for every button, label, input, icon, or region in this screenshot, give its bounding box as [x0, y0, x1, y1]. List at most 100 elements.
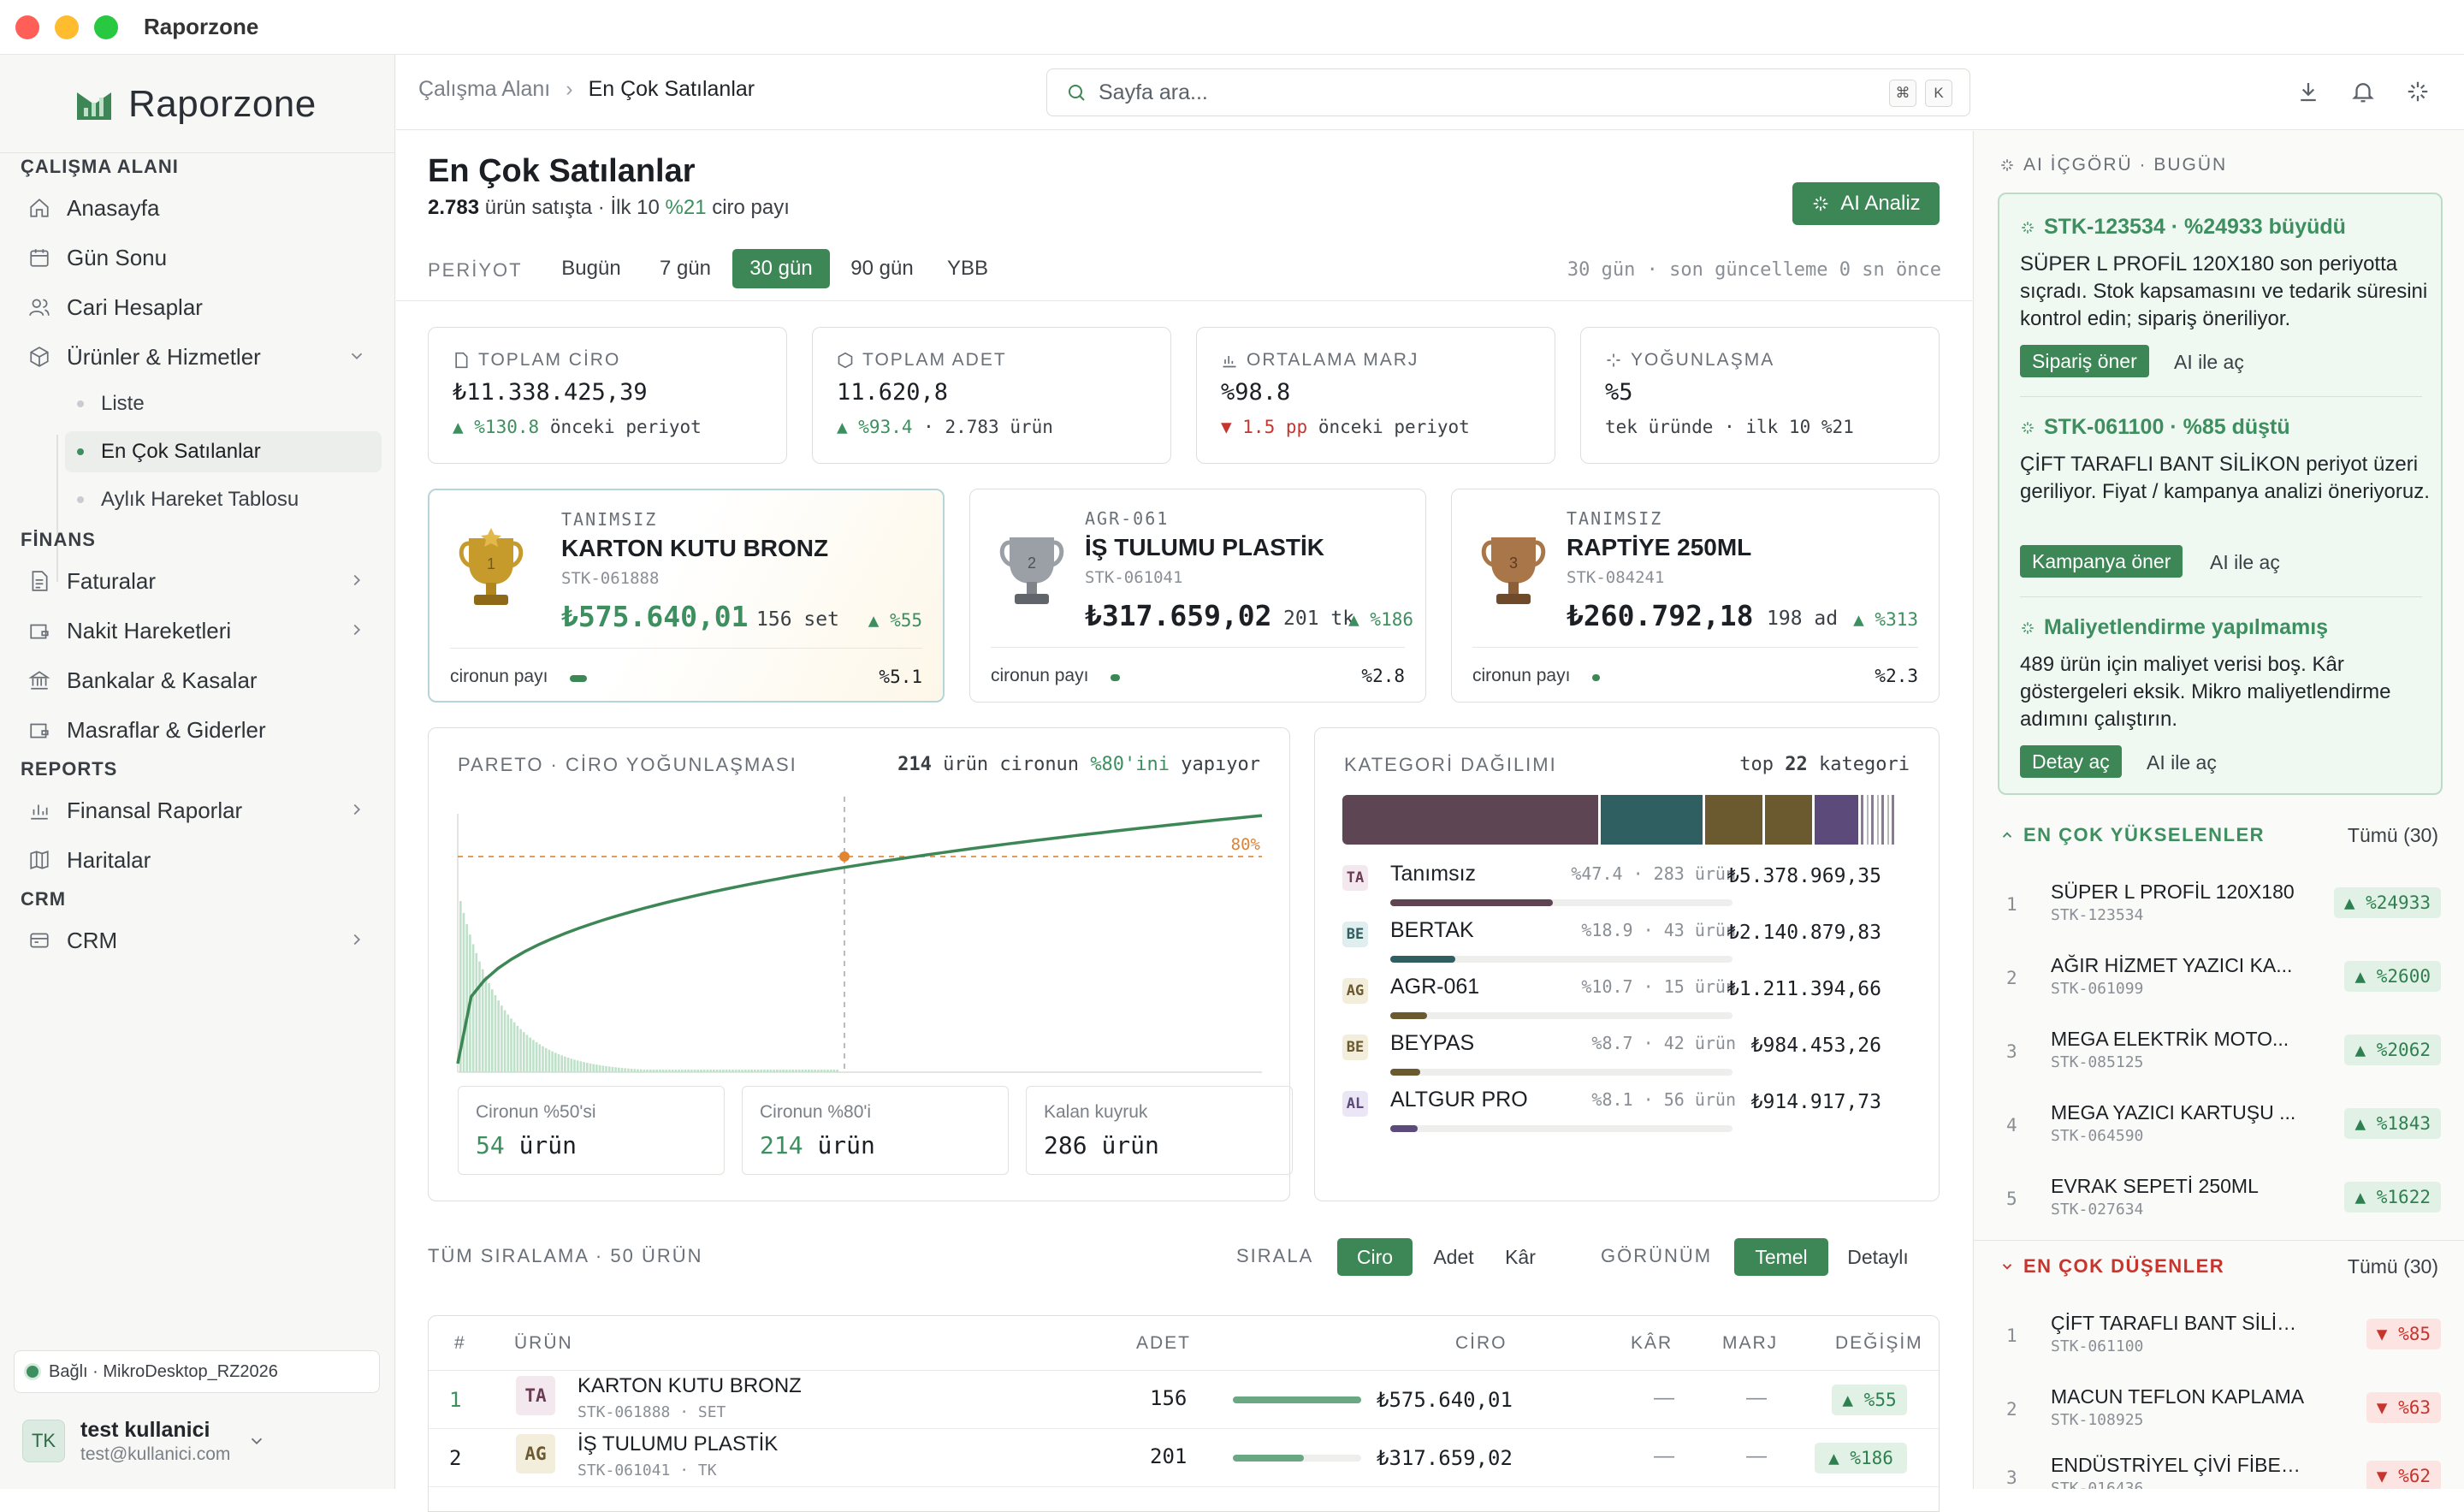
table-row[interactable]: 2 AG İŞ TULUMU PLASTİK STK-061041 · TK 2… — [429, 1429, 1939, 1487]
period-tab-30d[interactable]: 30 gün — [732, 249, 830, 288]
list-item[interactable]: 3 ENDÜSTRİYEL ÇİVİ FİBERG... STK-016436 … — [1999, 1449, 2441, 1489]
category-row[interactable]: BE BEYPAS %8.7 · 42 ürün ₺984.453,26 — [1342, 1031, 1881, 1088]
risers-title[interactable]: EN ÇOK YÜKSELENLER — [1999, 824, 2265, 846]
kpi-value: ₺11.338.425,39 — [453, 379, 648, 406]
breadcrumb-parent[interactable]: Çalışma Alanı — [418, 77, 550, 102]
order-suggest-button[interactable]: Sipariş öner — [2020, 345, 2149, 377]
col-revenue[interactable]: CİRO — [1455, 1333, 1507, 1354]
sidebar-subitem-monthly[interactable]: Aylık Hareket Tablosu — [65, 479, 382, 520]
chevron-right-icon — [353, 624, 361, 636]
table-row[interactable]: 1 TA KARTON KUTU BRONZ STK-061888 · SET … — [429, 1371, 1939, 1429]
open-with-ai-link[interactable]: AI ile aç — [2210, 551, 2280, 574]
sidebar-subitem-list[interactable]: Liste — [65, 383, 382, 424]
sort-tab-profit[interactable]: Kâr — [1495, 1238, 1546, 1276]
list-item[interactable]: 3 MEGA ELEKTRİK MOTO... STK-085125 ▲ %20… — [1999, 1023, 2441, 1096]
brand[interactable]: Raporzone — [75, 79, 317, 130]
fallers-title[interactable]: EN ÇOK DÜŞENLER — [1999, 1255, 2224, 1278]
category-row[interactable]: BE BERTAK %18.9 · 43 ürün ₺2.140.879,83 — [1342, 918, 1881, 975]
sidebar-item-invoices[interactable]: Faturalar — [21, 560, 380, 602]
sidebar-item-day-end[interactable]: Gün Sonu — [21, 236, 380, 279]
podium-category: TANIMSIZ — [1567, 508, 1663, 529]
period-tab-7d[interactable]: 7 gün — [651, 249, 720, 288]
pareto-title: PARETO · CİRO YOĞUNLAŞMASI — [458, 754, 797, 775]
open-with-ai-link[interactable]: AI ile aç — [2147, 751, 2217, 774]
period-tab-90d[interactable]: 90 gün — [843, 249, 921, 288]
view-tab-basic[interactable]: Temel — [1734, 1238, 1828, 1276]
pareto-tail-bar — [620, 1068, 624, 1072]
pareto-tail-bar — [652, 1070, 655, 1072]
sidebar-item-accounts[interactable]: Cari Hesaplar — [21, 286, 380, 329]
category-row[interactable]: AG AGR-061 %10.7 · 15 ürün ₺1.211.394,66 — [1342, 975, 1881, 1031]
ai-analysis-button[interactable]: AI Analiz — [1792, 182, 1940, 225]
list-item[interactable]: 5 EVRAK SEPETİ 250ML STK-027634 ▲ %1622 — [1999, 1170, 2441, 1243]
detail-open-button[interactable]: Detay aç — [2020, 745, 2122, 778]
fallers-view-all[interactable]: Tümü (30) — [2348, 1255, 2438, 1278]
sidebar-item-fin-reports[interactable]: Finansal Raporlar — [21, 789, 380, 832]
stat-value: 286 ürün — [1044, 1131, 1159, 1159]
sidebar-subitem-best-sellers[interactable]: En Çok Satılanlar — [65, 431, 382, 472]
divider — [1974, 1240, 2464, 1241]
col-margin[interactable]: MARJ — [1722, 1333, 1778, 1354]
category-segment[interactable] — [1704, 795, 1763, 845]
top10-share: %21 — [665, 196, 707, 219]
podium-card-3[interactable]: 3 TANIMSIZ RAPTİYE 250ML STK-084241 ₺260… — [1451, 489, 1940, 703]
insights-panel: AI İÇGÖRÜ · BUGÜN STK-123534 · %24933 bü… — [1973, 131, 2464, 1489]
section-crm: CRM — [21, 888, 67, 910]
list-sku: STK-085125 — [2051, 1053, 2144, 1071]
list-item[interactable]: 2 MACUN TEFLON KAPLAMA STK-108925 ▼ %63 — [1999, 1380, 2441, 1454]
sidebar-item-cash[interactable]: Nakit Hareketleri — [21, 609, 380, 652]
risers-view-all[interactable]: Tümü (30) — [2348, 824, 2438, 847]
pareto-tail-bar — [544, 1047, 548, 1072]
list-product-name: SÜPER L PROFİL 120X180 — [2051, 881, 2295, 903]
sparkle-settings-icon[interactable] — [2405, 79, 2431, 104]
sidebar-item-maps[interactable]: Haritalar — [21, 839, 380, 881]
list-product-name: EVRAK SEPETİ 250ML — [2051, 1175, 2259, 1197]
zoom-window-button[interactable] — [94, 15, 118, 39]
close-window-button[interactable] — [15, 15, 39, 39]
podium-card-2[interactable]: 2 AGR-061 İŞ TULUMU PLASTİK STK-061041 ₺… — [969, 489, 1426, 703]
category-row[interactable]: AL ALTGUR PRO %8.1 · 56 ürün ₺914.917,73 — [1342, 1088, 1881, 1144]
sidebar-item-home[interactable]: Anasayfa — [21, 187, 380, 229]
campaign-suggest-button[interactable]: Kampanya öner — [2020, 545, 2183, 578]
row-revenue: ₺575.640,01 — [1377, 1388, 1513, 1412]
list-item[interactable]: 2 AĞIR HİZMET YAZICI KA... STK-061099 ▲ … — [1999, 949, 2441, 1023]
period-tab-today[interactable]: Bugün — [555, 249, 627, 288]
period-label: PERİYOT — [428, 259, 523, 281]
pareto-tail-bar — [754, 1070, 756, 1072]
category-segment[interactable] — [1765, 795, 1812, 845]
category-segment[interactable] — [1342, 795, 1598, 845]
sort-tab-revenue[interactable]: Ciro — [1337, 1238, 1413, 1276]
col-rank[interactable]: # — [454, 1333, 466, 1354]
podium-product-name: İŞ TULUMU PLASTİK — [1085, 534, 1324, 560]
minimize-window-button[interactable] — [55, 15, 79, 39]
category-row[interactable]: TA Tanımsız %47.4 · 283 ürün ₺5.378.969,… — [1342, 862, 1881, 918]
view-tab-detailed[interactable]: Detaylı — [1837, 1238, 1919, 1276]
sidebar-item-expenses[interactable]: Masraflar & Giderler — [21, 709, 380, 751]
users-icon — [27, 295, 51, 319]
user-menu[interactable]: TK test kullanici test@kullanici.com — [14, 1410, 380, 1472]
col-qty[interactable]: ADET — [1136, 1333, 1191, 1354]
pareto-tail-bar — [542, 1046, 544, 1072]
pareto-tail-bar — [810, 1070, 814, 1072]
pareto-tail-bar — [665, 1070, 668, 1072]
bell-icon[interactable] — [2350, 79, 2376, 104]
category-segment[interactable] — [1814, 795, 1858, 845]
podium-card-1[interactable]: 1 TANIMSIZ KARTON KUTU BRONZ STK-061888 … — [428, 489, 945, 703]
col-change[interactable]: DEĞİŞİM — [1835, 1333, 1923, 1354]
col-profit[interactable]: KÂR — [1631, 1333, 1673, 1354]
sidebar-item-banks[interactable]: Bankalar & Kasalar — [21, 659, 380, 702]
period-tab-ytd[interactable]: YBB — [940, 249, 995, 288]
download-icon[interactable] — [2295, 79, 2321, 104]
list-item[interactable]: 1 ÇİFT TARAFLI BANT SİLİKON STK-061100 ▼… — [1999, 1307, 2441, 1380]
search-input[interactable]: Sayfa ara... ⌘ K — [1046, 68, 1970, 116]
sidebar-item-crm[interactable]: CRM — [21, 919, 380, 962]
pareto-tail-bar — [713, 1070, 715, 1072]
open-with-ai-link[interactable]: AI ile aç — [2174, 351, 2244, 374]
sidebar-item-products[interactable]: Ürünler & Hizmetler — [21, 335, 380, 378]
sort-tab-qty[interactable]: Adet — [1423, 1238, 1484, 1276]
col-product[interactable]: ÜRÜN — [514, 1333, 573, 1354]
list-item[interactable]: 4 MEGA YAZICI KARTUŞU ... STK-064590 ▲ %… — [1999, 1096, 2441, 1170]
pareto-tail-bar — [614, 1067, 617, 1072]
list-item[interactable]: 1 SÜPER L PROFİL 120X180 STK-123534 ▲ %2… — [1999, 875, 2441, 949]
category-segment[interactable] — [1600, 795, 1703, 845]
